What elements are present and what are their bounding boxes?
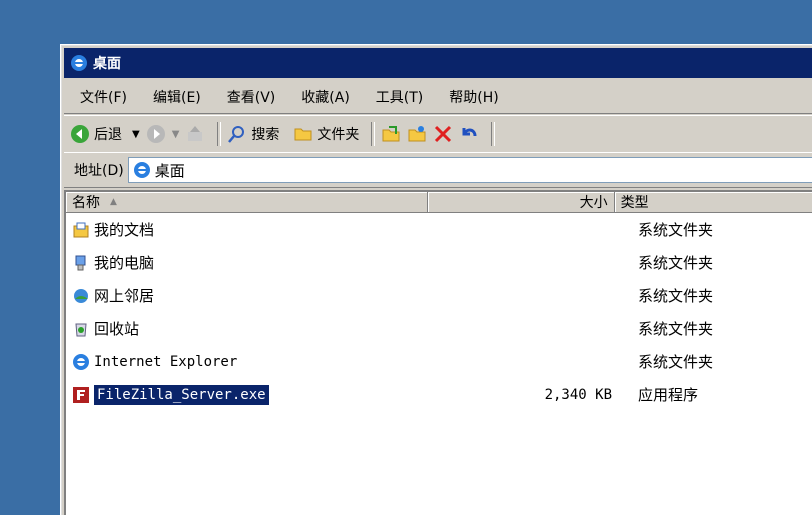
up-folder-icon — [188, 126, 203, 141]
column-header-type[interactable]: 类型 — [615, 192, 812, 212]
delete-button[interactable] — [433, 124, 453, 144]
undo-button[interactable] — [459, 124, 479, 144]
address-input[interactable]: 桌面 — [127, 157, 812, 183]
back-button[interactable]: 后退 ▼ — [70, 124, 140, 144]
item-name: 回收站 — [94, 320, 140, 338]
column-header-size[interactable]: 大小 — [428, 192, 615, 212]
copy-to-icon — [408, 126, 426, 142]
window-title: 桌面 — [93, 56, 121, 72]
item-name: 我的文档 — [94, 221, 155, 239]
menu-favorites[interactable]: 收藏(A) — [287, 87, 362, 107]
ie-icon — [73, 353, 89, 370]
toolbar: 后退 ▼ ▼ 搜索 文件夹 — [64, 115, 812, 153]
address-value: 桌面 — [154, 161, 185, 180]
title-bar[interactable]: 桌面 — [64, 48, 812, 78]
search-label: 搜索 — [251, 127, 280, 143]
item-type: 系统文件夹 — [638, 320, 714, 338]
item-type: 应用程序 — [638, 386, 699, 404]
move-to-button[interactable] — [381, 124, 401, 144]
forward-button[interactable]: ▼ — [146, 124, 180, 144]
toolbar-separator — [217, 122, 222, 146]
item-type: 系统文件夹 — [638, 254, 714, 272]
item-name: Internet Explorer — [94, 353, 238, 370]
address-bar: 地址(D) 桌面 — [64, 152, 812, 188]
menu-view[interactable]: 查看(V) — [213, 87, 288, 107]
menu-edit[interactable]: 编辑(E) — [139, 87, 213, 107]
sort-ascending-icon: ▲ — [110, 197, 117, 207]
menu-help[interactable]: 帮助(H) — [435, 87, 510, 107]
folders-label: 文件夹 — [317, 127, 360, 143]
back-label: 后退 — [94, 127, 122, 143]
item-name: 我的电脑 — [94, 254, 155, 272]
address-label: 地址(D) — [74, 163, 124, 179]
back-dropdown-icon[interactable]: ▼ — [132, 129, 140, 140]
undo-icon — [462, 128, 477, 137]
recycle-bin-icon — [75, 323, 87, 336]
ie-icon — [71, 55, 87, 71]
move-to-icon — [382, 126, 400, 142]
network-icon — [74, 288, 88, 303]
folder-icon — [294, 128, 312, 141]
list-item[interactable]: 网上邻居 系统文件夹 — [66, 279, 812, 312]
item-type: 系统文件夹 — [638, 353, 714, 371]
explorer-window: 桌面 文件(F) 编辑(E) 查看(V) 收藏(A) 工具(T) 帮助(H) 后… — [60, 44, 812, 515]
copy-to-button[interactable] — [407, 124, 427, 144]
delete-x-icon — [435, 125, 452, 143]
column-type-label: 类型 — [620, 195, 649, 211]
list-item-selected[interactable]: FileZilla_Server.exe 2,340 KB 应用程序 — [66, 378, 812, 411]
my-documents-icon — [73, 222, 89, 237]
back-arrow-icon — [71, 125, 89, 143]
list-item[interactable]: 我的电脑 系统文件夹 — [66, 246, 812, 279]
toolbar-separator — [371, 122, 376, 146]
item-type: 系统文件夹 — [638, 287, 714, 305]
menu-tools[interactable]: 工具(T) — [362, 87, 435, 107]
list-header: 名称 ▲ 大小 类型 — [66, 192, 812, 213]
item-name: 网上邻居 — [94, 287, 155, 305]
file-list: 名称 ▲ 大小 类型 我的文档 系统文件夹 我的电脑 系统文件夹 网上邻居 系统… — [64, 190, 812, 515]
column-name-label: 名称 — [72, 195, 100, 211]
item-size: 2,340 KB — [544, 386, 612, 403]
up-button[interactable] — [185, 124, 205, 144]
toolbar-separator — [491, 122, 496, 146]
my-computer-icon — [75, 255, 86, 270]
item-type: 系统文件夹 — [638, 221, 714, 239]
filezilla-icon — [73, 386, 89, 403]
list-item[interactable]: 回收站 系统文件夹 — [66, 312, 812, 345]
forward-dropdown-icon[interactable]: ▼ — [172, 129, 180, 140]
menu-bar: 文件(F) 编辑(E) 查看(V) 收藏(A) 工具(T) 帮助(H) — [64, 81, 812, 114]
column-size-label: 大小 — [579, 195, 608, 211]
menu-file[interactable]: 文件(F) — [64, 87, 139, 107]
search-icon — [228, 126, 245, 143]
forward-arrow-icon — [146, 125, 165, 143]
list-item[interactable]: Internet Explorer 系统文件夹 — [66, 345, 812, 378]
ie-icon — [133, 162, 150, 178]
folders-button[interactable]: 文件夹 — [293, 124, 359, 144]
item-name: FileZilla_Server.exe — [93, 383, 270, 406]
list-item[interactable]: 我的文档 系统文件夹 — [66, 213, 812, 246]
column-header-name[interactable]: 名称 ▲ — [66, 192, 428, 212]
search-button[interactable]: 搜索 — [227, 124, 279, 144]
